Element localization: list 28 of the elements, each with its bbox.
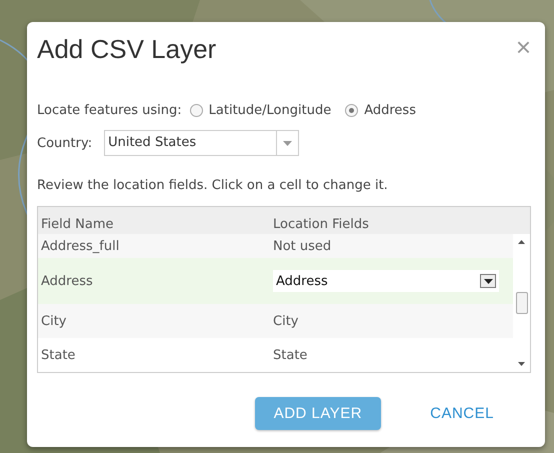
table-cell-text: State bbox=[273, 348, 308, 362]
column-header: Field Name bbox=[41, 217, 114, 232]
table-cell-text: City bbox=[273, 314, 300, 328]
scroll-up-icon[interactable] bbox=[518, 240, 525, 244]
table-cell-text: City bbox=[41, 314, 68, 328]
dialog-title: Add CSV Layer bbox=[37, 34, 216, 65]
table-cell-text: Not used bbox=[273, 238, 332, 254]
table-row[interactable]: Address Address bbox=[38, 258, 513, 304]
radio-button[interactable] bbox=[190, 104, 203, 117]
locate-label: Locate features using: bbox=[37, 103, 182, 118]
table-cell-text: Address bbox=[41, 274, 94, 288]
radio-label: Address bbox=[364, 103, 416, 118]
scroll-thumb[interactable] bbox=[516, 292, 528, 314]
caret-icon bbox=[484, 278, 492, 284]
table-cell-text: State bbox=[41, 348, 76, 362]
column-header: Location Fields bbox=[273, 217, 370, 232]
location-dropdown[interactable]: Address bbox=[273, 270, 499, 292]
table-cell-text: Address_full bbox=[41, 238, 120, 254]
scroll-down-icon[interactable] bbox=[518, 362, 525, 366]
radio-label: Latitude/Longitude bbox=[208, 103, 332, 118]
instructions: Review the location fields. Click on a cell to change it. bbox=[37, 178, 388, 193]
country-dropdown[interactable]: United States bbox=[104, 130, 300, 156]
table-row[interactable]: City City bbox=[38, 304, 513, 338]
country-label: Country: bbox=[37, 136, 92, 150]
table-row[interactable]: Address_full Not used bbox=[38, 234, 513, 258]
caret-icon bbox=[283, 140, 292, 146]
radio-button[interactable] bbox=[345, 104, 358, 117]
cancel-button[interactable]: CANCEL bbox=[411, 397, 513, 430]
